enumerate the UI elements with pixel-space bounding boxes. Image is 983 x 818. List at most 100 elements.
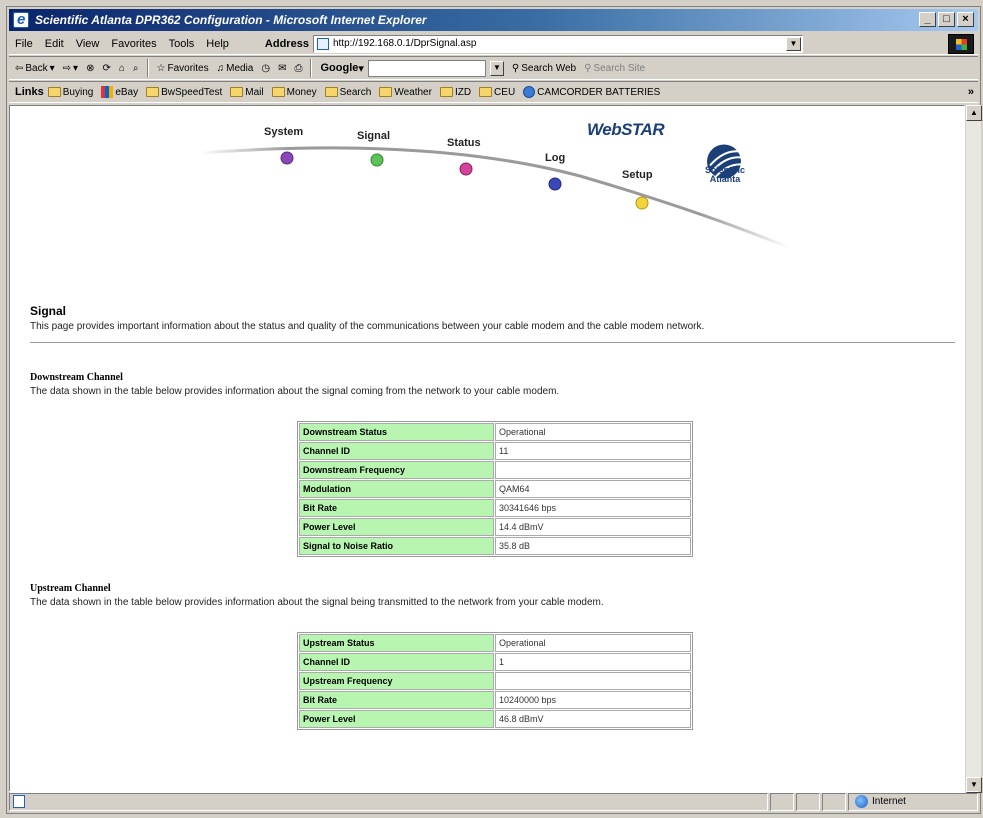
link-ceu[interactable]: CEU	[479, 87, 515, 98]
nav-setup[interactable]: Setup	[622, 169, 653, 181]
history-button[interactable]: ◷	[261, 63, 270, 74]
menu-file[interactable]: File	[15, 38, 33, 50]
search-site-button[interactable]: ⚲ Search Site	[584, 63, 645, 74]
menu-edit[interactable]: Edit	[45, 38, 64, 50]
nav-dot-system[interactable]	[280, 151, 294, 165]
search-web-button[interactable]: ⚲ Search Web	[512, 63, 576, 74]
nav-dot-status[interactable]	[459, 162, 473, 176]
back-button[interactable]: ⇦ Back ▾	[15, 63, 55, 74]
status-message	[9, 792, 768, 811]
link-search[interactable]: Search	[324, 86, 372, 98]
link-label: Money	[286, 86, 317, 98]
table-row: Power Level 46.8 dBmV	[299, 710, 691, 728]
chevron-right-icon[interactable]: »	[968, 86, 974, 98]
link-label: Search	[339, 86, 372, 98]
favorites-label: Favorites	[167, 62, 209, 74]
downstream-table: Downstream Status Operational Channel ID 1…	[297, 421, 693, 557]
row-value: Operational	[495, 634, 691, 652]
page-content: System Signal Status Log Setup WebSTAR S…	[9, 105, 965, 793]
menu-tools[interactable]: Tools	[169, 38, 195, 50]
link-label: Buying	[62, 86, 94, 98]
menu-favorites[interactable]: Favorites	[111, 38, 156, 50]
link-label: BwSpeedTest	[161, 86, 223, 98]
media-button[interactable]: ♫ Media	[217, 63, 254, 74]
ebay-icon	[101, 86, 114, 98]
row-value: Operational	[495, 423, 691, 441]
refresh-icon: ⟳	[102, 62, 111, 74]
row-label: Channel ID	[299, 653, 494, 671]
link-weather[interactable]: Weather	[379, 87, 432, 98]
link-money[interactable]: Money	[271, 86, 317, 98]
stop-button[interactable]: ⊗	[86, 63, 94, 74]
media-icon: ♫	[216, 62, 225, 74]
status-cell	[822, 792, 846, 811]
link-label: eBay	[115, 86, 139, 98]
row-label: Power Level	[299, 518, 494, 536]
nav-system[interactable]: System	[264, 126, 303, 138]
divider	[30, 342, 955, 343]
maximize-button[interactable]: □	[938, 12, 955, 27]
table-row: Signal to Noise Ratio 35.8 dB	[299, 537, 691, 555]
nav-status[interactable]: Status	[447, 137, 481, 149]
toolbar-separator	[146, 59, 149, 77]
link-izd[interactable]: IZD	[439, 86, 472, 98]
print-icon: ⎙	[294, 62, 303, 74]
row-value: 11	[495, 442, 691, 460]
row-value: 1	[495, 653, 691, 671]
stop-icon: ⊗	[86, 62, 95, 74]
folder-icon	[47, 87, 61, 97]
table-row: Upstream Frequency	[299, 672, 691, 690]
links-bar: Links Buying eBay BwSpeedTest Mail Money…	[9, 81, 978, 103]
google-dropdown-icon[interactable]: ▼	[489, 60, 504, 76]
row-value: QAM64	[495, 480, 691, 498]
table-row: Downstream Status Operational	[299, 423, 691, 441]
zone-label: Internet	[872, 796, 906, 807]
folder-icon	[479, 87, 493, 97]
vertical-scrollbar[interactable]: ▲ ▼	[965, 105, 982, 793]
row-label: Upstream Status	[299, 634, 494, 652]
link-ebay[interactable]: eBay	[101, 86, 138, 98]
forward-button[interactable]: ⇨ ▾	[63, 63, 78, 74]
address-input[interactable]: http://192.168.0.1/DprSignal.asp ▼	[312, 34, 803, 53]
minimize-button[interactable]: _	[919, 12, 936, 27]
print-button[interactable]: ⎙	[294, 63, 302, 74]
link-bwspeedtest[interactable]: BwSpeedTest	[146, 87, 222, 98]
refresh-button[interactable]: ⟳	[102, 63, 110, 74]
windows-logo-icon	[948, 34, 974, 54]
home-icon: ⌂	[118, 62, 125, 74]
back-arrow-icon: ⇦	[15, 62, 24, 74]
status-cell	[796, 792, 820, 811]
row-label: Power Level	[299, 710, 494, 728]
row-label: Modulation	[299, 480, 494, 498]
folder-icon	[230, 87, 244, 97]
row-value	[495, 461, 691, 479]
menu-bar: File Edit View Favorites Tools Help Addr…	[9, 33, 978, 55]
link-buying[interactable]: Buying	[47, 86, 94, 98]
globe-icon	[855, 795, 868, 808]
menu-help[interactable]: Help	[206, 38, 229, 50]
google-logo[interactable]: Google	[320, 62, 358, 74]
nav-dot-log[interactable]	[548, 177, 562, 191]
menu-view[interactable]: View	[76, 38, 100, 50]
page-description: This page provides important information…	[30, 321, 705, 332]
link-mail[interactable]: Mail	[230, 87, 264, 98]
link-label: IZD	[454, 86, 472, 98]
close-button[interactable]: ×	[957, 12, 974, 27]
binoculars-icon: ⚲	[511, 62, 520, 74]
link-camcorder-batteries[interactable]: CAMCORDER BATTERIES	[523, 86, 660, 98]
nav-dot-signal[interactable]	[370, 153, 384, 167]
search-icon: ⌕	[132, 62, 139, 74]
home-button[interactable]: ⌂	[119, 63, 125, 74]
nav-log[interactable]: Log	[545, 152, 565, 164]
mail-button[interactable]: ✉	[278, 63, 286, 74]
address-label: Address	[264, 37, 309, 50]
scroll-up-icon[interactable]: ▲	[966, 105, 982, 121]
folder-icon	[146, 87, 160, 97]
nav-dot-setup[interactable]	[635, 196, 649, 210]
favorites-button[interactable]: ☆ Favorites	[157, 63, 209, 74]
nav-signal[interactable]: Signal	[357, 130, 390, 142]
search-button[interactable]: ⌕	[133, 63, 139, 74]
google-search-input[interactable]	[367, 59, 486, 77]
address-dropdown-icon[interactable]: ▼	[785, 36, 801, 51]
ie-icon	[13, 9, 29, 31]
